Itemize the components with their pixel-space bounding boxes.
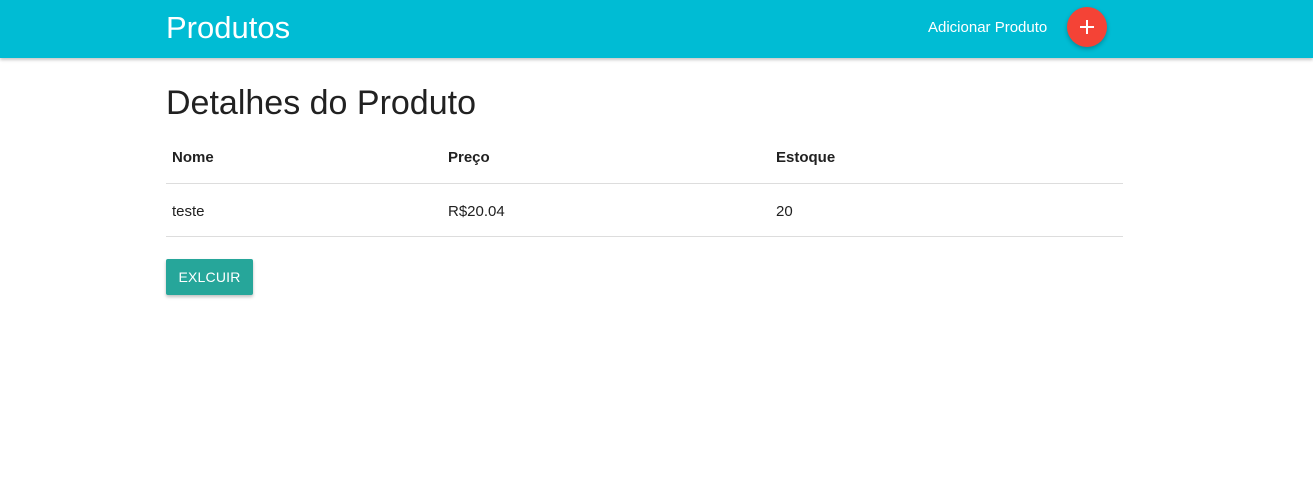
add-product-link[interactable]: Adicionar Produto [928,18,1047,38]
table-row: teste R$20.04 20 [166,184,1123,237]
product-stock-cell: 20 [776,203,793,220]
product-price-cell: R$20.04 [448,203,505,220]
top-navbar: Produtos Adicionar Produto [0,0,1313,58]
delete-button[interactable]: EXLCUIR [166,259,253,295]
column-header-stock: Estoque [776,149,836,166]
table-header-row: Nome Preço Estoque [166,132,1123,184]
column-header-name: Nome [172,149,214,166]
product-details-table: Nome Preço Estoque teste R$20.04 20 [166,132,1123,237]
product-name-cell: teste [172,203,205,220]
column-header-price: Preço [448,149,490,166]
add-product-button[interactable] [1067,7,1107,47]
brand-logo[interactable]: Produtos [166,8,290,48]
page-title: Detalhes do Produto [166,84,476,122]
